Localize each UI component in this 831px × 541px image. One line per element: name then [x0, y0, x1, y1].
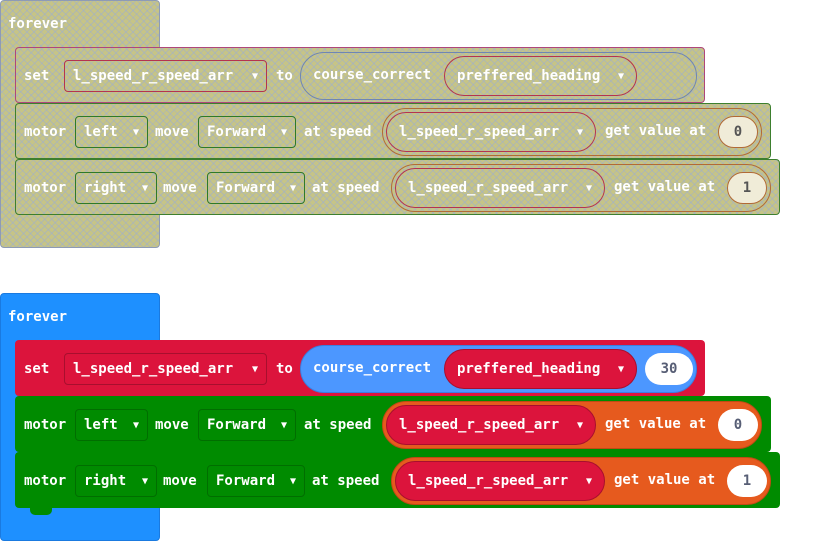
motor-label: motor [24, 417, 67, 433]
disabled-set-variable-text: l_speed_r_speed_arr [73, 68, 234, 84]
disabled-motor-right-side-dropdown[interactable]: right ▼ [75, 172, 157, 204]
motor-right-side-dropdown[interactable]: right ▼ [75, 465, 157, 497]
disabled-speed-var-text: l_speed_r_speed_arr [408, 180, 569, 196]
disabled-side-text: right [84, 180, 127, 196]
motor-left-speed-var[interactable]: l_speed_r_speed_arr ▼ [386, 405, 596, 445]
disabled-index-text: 1 [742, 180, 752, 196]
disabled-move-label: move [155, 124, 189, 140]
move-label: move [163, 473, 197, 489]
chevron-down-icon: ▼ [251, 363, 258, 375]
motor-right-block-notch [30, 508, 52, 515]
course-correct-number-text: 30 [660, 361, 678, 377]
disabled-course-correct-text: course_correct [313, 67, 432, 83]
to-label: to [276, 361, 293, 377]
disabled-preffered-heading-text: preffered_heading [457, 68, 601, 84]
preffered-heading-text: preffered_heading [457, 361, 601, 377]
disabled-motor-left-direction-dropdown[interactable]: Forward ▼ [198, 116, 296, 148]
chevron-down-icon: ▼ [280, 419, 287, 431]
disabled-direction-text: Forward [207, 124, 267, 140]
disabled-get-value-at-label: get value at [605, 123, 707, 139]
disabled-set-label: set [24, 68, 50, 84]
set-variable-text: l_speed_r_speed_arr [73, 361, 234, 377]
motor-right-speed-var[interactable]: l_speed_r_speed_arr ▼ [395, 461, 605, 501]
forever-label: forever [8, 309, 68, 325]
at-speed-label: at speed [312, 473, 380, 489]
disabled-motor-label: motor [24, 124, 67, 140]
direction-text: Forward [216, 473, 276, 489]
set-variable-dropdown[interactable]: l_speed_r_speed_arr ▼ [64, 353, 267, 385]
chevron-down-icon: ▼ [132, 126, 139, 138]
motor-left-index-input[interactable]: 0 [718, 409, 758, 441]
motor-left-side-dropdown[interactable]: left ▼ [75, 409, 148, 441]
motor-right-direction-dropdown[interactable]: Forward ▼ [207, 465, 305, 497]
chevron-down-icon: ▼ [576, 419, 583, 431]
disabled-index-text: 0 [733, 124, 743, 140]
disabled-forever-label: forever [8, 16, 68, 32]
set-label: set [24, 361, 50, 377]
disabled-to-label: to [276, 68, 293, 84]
side-text: right [84, 473, 127, 489]
chevron-down-icon: ▼ [289, 182, 296, 194]
motor-left-direction-dropdown[interactable]: Forward ▼ [198, 409, 296, 441]
disabled-at-speed-label: at speed [312, 180, 380, 196]
disabled-side-text: left [84, 124, 118, 140]
disabled-motor-left-side-dropdown[interactable]: left ▼ [75, 116, 148, 148]
disabled-set-variable-dropdown[interactable]: l_speed_r_speed_arr ▼ [64, 60, 267, 92]
motor-label: motor [24, 473, 67, 489]
disabled-get-value-at-label: get value at [614, 179, 716, 195]
motor-right-index-input[interactable]: 1 [727, 465, 767, 497]
disabled-at-speed-label: at speed [304, 124, 372, 140]
chevron-down-icon: ▼ [132, 419, 139, 431]
chevron-down-icon: ▼ [617, 363, 624, 375]
chevron-down-icon: ▼ [141, 475, 148, 487]
disabled-motor-left-speed-var[interactable]: l_speed_r_speed_arr ▼ [386, 112, 596, 152]
disabled-motor-right-speed-var[interactable]: l_speed_r_speed_arr ▼ [395, 168, 605, 208]
chevron-down-icon: ▼ [141, 182, 148, 194]
chevron-down-icon: ▼ [289, 475, 296, 487]
disabled-direction-text: Forward [216, 180, 276, 196]
chevron-down-icon: ▼ [585, 182, 592, 194]
course-correct-text: course_correct [313, 360, 432, 376]
index-text: 1 [742, 473, 752, 489]
chevron-down-icon: ▼ [576, 126, 583, 138]
disabled-preffered-heading-param[interactable]: preffered_heading ▼ [444, 56, 637, 96]
index-text: 0 [733, 417, 743, 433]
course-correct-number-input[interactable]: 30 [645, 353, 693, 385]
disabled-motor-right-index-input[interactable]: 1 [727, 172, 767, 204]
chevron-down-icon: ▼ [280, 126, 287, 138]
disabled-move-label: move [163, 180, 197, 196]
chevron-down-icon: ▼ [251, 70, 258, 82]
speed-var-text: l_speed_r_speed_arr [399, 417, 560, 433]
direction-text: Forward [207, 417, 267, 433]
get-value-at-label: get value at [605, 416, 707, 432]
disabled-motor-label: motor [24, 180, 67, 196]
disabled-speed-var-text: l_speed_r_speed_arr [399, 124, 560, 140]
at-speed-label: at speed [304, 417, 372, 433]
disabled-motor-right-direction-dropdown[interactable]: Forward ▼ [207, 172, 305, 204]
side-text: left [84, 417, 118, 433]
get-value-at-label: get value at [614, 472, 716, 488]
preffered-heading-param[interactable]: preffered_heading ▼ [444, 349, 637, 389]
speed-var-text: l_speed_r_speed_arr [408, 473, 569, 489]
move-label: move [155, 417, 189, 433]
chevron-down-icon: ▼ [617, 70, 624, 82]
chevron-down-icon: ▼ [585, 475, 592, 487]
disabled-motor-left-index-input[interactable]: 0 [718, 116, 758, 148]
